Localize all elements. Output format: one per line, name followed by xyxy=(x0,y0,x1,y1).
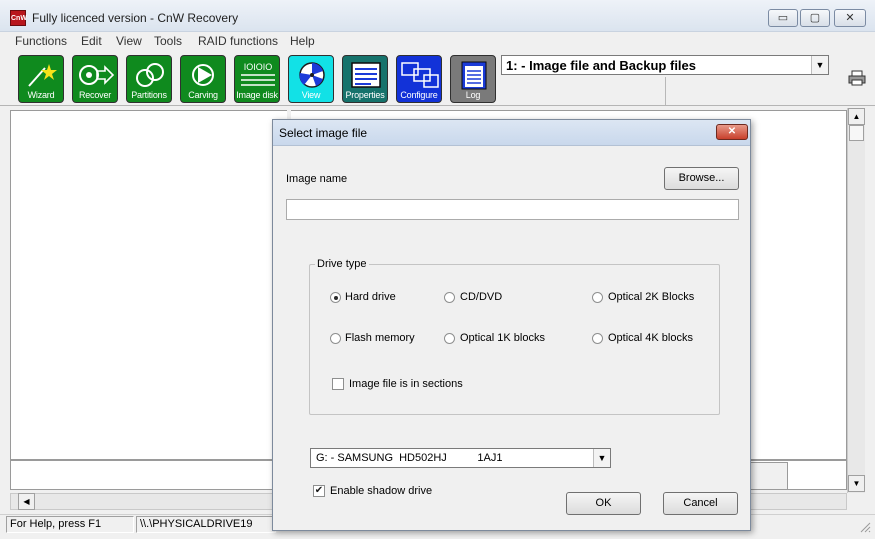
status-help-text: For Help, press F1 xyxy=(6,516,134,533)
carving-label: Carving xyxy=(188,90,218,100)
log-notepad-icon xyxy=(461,61,487,90)
sections-checkbox[interactable] xyxy=(332,378,344,390)
radio-hard-drive[interactable] xyxy=(330,292,341,303)
shadow-drive-checkbox[interactable]: ✔ xyxy=(313,485,325,497)
maximize-icon: ▢ xyxy=(809,12,821,24)
menu-view[interactable]: View xyxy=(116,34,142,48)
toolbar-divider xyxy=(665,77,666,105)
menu-raid-functions[interactable]: RAID functions xyxy=(198,34,278,48)
maximize-button[interactable]: ▢ xyxy=(800,9,830,27)
resize-grip-icon[interactable] xyxy=(859,521,871,533)
radio-cd-dvd-label[interactable]: CD/DVD xyxy=(460,291,502,303)
drive-select-combo[interactable]: G: - SAMSUNG HD502HJ 1AJ1 ▼ xyxy=(310,448,611,468)
properties-button[interactable]: Properties xyxy=(342,55,388,103)
log-label: Log xyxy=(465,90,481,100)
wizard-button[interactable]: Wizard xyxy=(18,55,64,103)
scroll-down-icon[interactable]: ▼ xyxy=(848,475,865,492)
properties-icon xyxy=(351,62,381,88)
radio-optical-4k[interactable] xyxy=(592,333,603,344)
carving-button[interactable]: Carving xyxy=(180,55,226,103)
radio-selected-dot xyxy=(334,296,338,300)
image-disk-icon: IOIOIO xyxy=(241,62,275,86)
radio-optical-1k-label[interactable]: Optical 1K blocks xyxy=(460,332,545,344)
menu-tools[interactable]: Tools xyxy=(154,34,182,48)
scroll-up-icon[interactable]: ▲ xyxy=(848,108,865,125)
menu-functions[interactable]: Functions xyxy=(15,34,67,48)
menu-bar: Functions Edit View Tools RAID functions… xyxy=(0,32,875,50)
radio-optical-1k[interactable] xyxy=(444,333,455,344)
window-title: Fully licenced version - CnW Recovery xyxy=(32,11,239,25)
close-window-button[interactable]: ✕ xyxy=(834,9,866,27)
browse-button[interactable]: Browse... xyxy=(664,167,739,190)
dialog-close-button[interactable]: ✕ xyxy=(716,124,748,140)
menu-help[interactable]: Help xyxy=(290,34,315,48)
image-source-value: 1: - Image file and Backup files xyxy=(506,58,696,73)
radio-optical-2k[interactable] xyxy=(592,292,603,303)
recover-icon xyxy=(79,65,115,85)
properties-label: Properties xyxy=(345,90,385,100)
dialog-title: Select image file xyxy=(279,126,368,140)
shadow-drive-label[interactable]: Enable shadow drive xyxy=(330,485,432,497)
drive-select-value: G: - SAMSUNG HD502HJ 1AJ1 xyxy=(316,452,503,464)
carving-icon xyxy=(192,64,214,86)
bottom-panel-box xyxy=(750,462,788,490)
vertical-scrollbar[interactable]: ▲ ▼ xyxy=(847,108,865,493)
title-bar: CnW Fully licenced version - CnW Recover… xyxy=(0,0,875,32)
configure-label: Configure xyxy=(400,90,438,100)
partitions-button[interactable]: Partitions xyxy=(126,55,172,103)
scroll-left-icon[interactable]: ◀ xyxy=(18,493,35,510)
radio-cd-dvd[interactable] xyxy=(444,292,455,303)
recover-button[interactable]: Recover xyxy=(72,55,118,103)
ok-button[interactable]: OK xyxy=(566,492,641,515)
printer-icon[interactable] xyxy=(848,70,866,86)
log-button[interactable]: Log xyxy=(450,55,496,103)
scroll-thumb[interactable] xyxy=(849,125,864,141)
configure-icon xyxy=(401,62,439,88)
image-name-label: Image name xyxy=(286,173,348,185)
radio-optical-2k-label[interactable]: Optical 2K Blocks xyxy=(608,291,694,303)
radio-flash-memory[interactable] xyxy=(330,333,341,344)
image-disk-glyph-text: IOIOIO xyxy=(244,62,273,72)
wizard-label: Wizard xyxy=(27,90,55,100)
partitions-icon xyxy=(136,63,164,87)
drive-type-label: Drive type xyxy=(315,258,369,270)
chevron-down-icon[interactable]: ▼ xyxy=(811,56,828,74)
radio-hard-drive-label[interactable]: Hard drive xyxy=(345,291,396,303)
dialog-title-bar: Select image file ✕ xyxy=(273,120,750,146)
image-disk-label: Image disk xyxy=(236,90,278,100)
chevron-down-icon[interactable]: ▼ xyxy=(593,449,610,467)
minimize-icon: ▭ xyxy=(777,12,789,24)
menu-edit[interactable]: Edit xyxy=(81,34,102,48)
select-image-file-dialog: Select image file ✕ Image name Browse...… xyxy=(272,119,751,531)
image-source-combo[interactable]: 1: - Image file and Backup files ▼ xyxy=(501,55,829,75)
recover-label: Recover xyxy=(78,90,112,100)
view-disc-icon xyxy=(299,62,325,88)
sections-label[interactable]: Image file is in sections xyxy=(349,378,463,390)
partitions-label: Partitions xyxy=(131,90,167,100)
wizard-wand-icon xyxy=(28,64,57,87)
configure-button[interactable]: Configure xyxy=(396,55,442,103)
app-icon: CnW xyxy=(10,10,27,26)
radio-flash-memory-label[interactable]: Flash memory xyxy=(345,332,415,344)
status-drive: \\.\PHYSICALDRIVE19 xyxy=(136,516,276,533)
minimize-button[interactable]: ▭ xyxy=(768,9,798,27)
close-icon: ✕ xyxy=(727,126,737,137)
view-button[interactable]: View xyxy=(288,55,334,103)
cancel-button[interactable]: Cancel xyxy=(663,492,738,515)
radio-optical-4k-label[interactable]: Optical 4K blocks xyxy=(608,332,693,344)
close-icon: ✕ xyxy=(845,12,855,24)
image-disk-button[interactable]: IOIOIO Image disk xyxy=(234,55,280,103)
view-label: View xyxy=(301,90,321,100)
image-name-input[interactable] xyxy=(286,199,739,220)
